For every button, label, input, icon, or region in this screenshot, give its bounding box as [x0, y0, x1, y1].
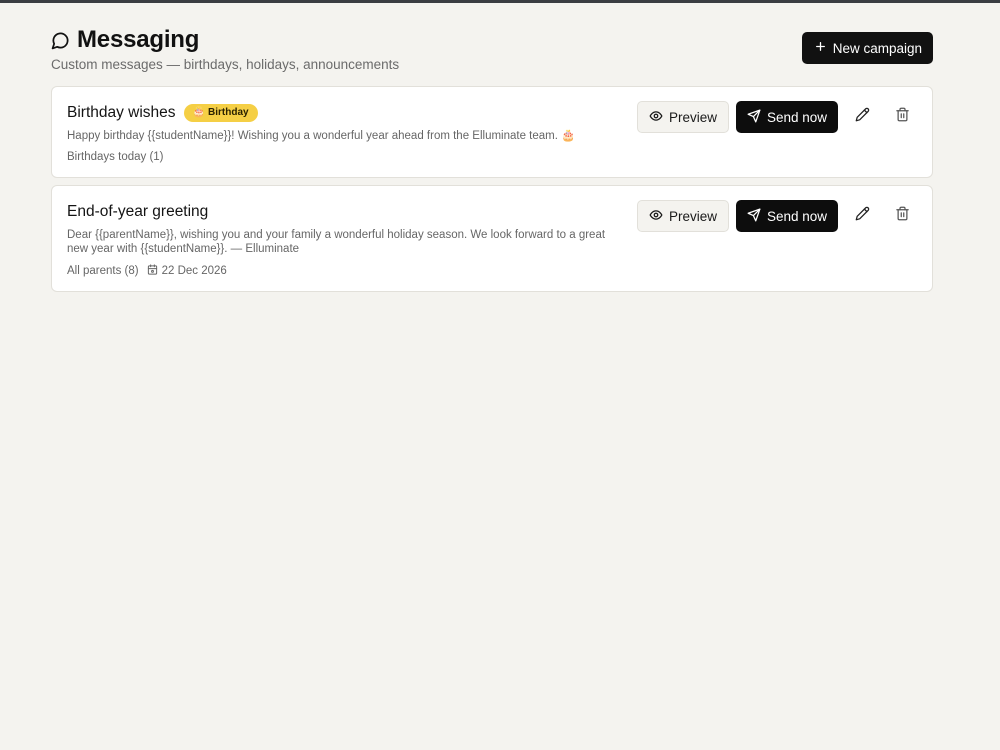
campaign-meta: All parents (8) 22 Dec 2026 — [67, 264, 627, 278]
campaign-audience: All parents (8) — [67, 265, 139, 277]
send-now-label: Send now — [766, 109, 827, 125]
campaign-title-row: End-of-year greeting — [67, 202, 627, 222]
message-circle-icon — [51, 31, 70, 50]
preview-button[interactable]: Preview — [636, 101, 729, 133]
send-icon — [747, 208, 761, 225]
preview-button[interactable]: Preview — [636, 200, 729, 232]
badge-label: Birthday — [208, 107, 249, 118]
campaign-date: 22 Dec 2026 — [161, 265, 227, 277]
new-campaign-button[interactable]: New campaign — [801, 32, 933, 64]
edit-button[interactable] — [846, 101, 878, 133]
campaign-card-body: End-of-year greeting Dear {{parentName}}… — [67, 202, 627, 278]
campaign-title: Birthday wishes — [67, 104, 176, 121]
campaign-actions: Preview Send now — [636, 101, 918, 133]
preview-label: Preview — [668, 109, 717, 125]
campaign-audience: Birthdays today (1) — [67, 151, 164, 163]
pencil-icon — [855, 206, 870, 226]
plus-icon — [814, 40, 827, 56]
page-header: Messaging Custom messages — birthdays, h… — [51, 26, 933, 74]
campaign-title: End-of-year greeting — [67, 203, 209, 220]
delete-button[interactable] — [886, 101, 918, 133]
campaign-actions: Preview Send now — [636, 200, 918, 232]
trash-icon — [895, 206, 910, 226]
campaign-card: End-of-year greeting Dear {{parentName}}… — [51, 185, 933, 292]
pencil-icon — [855, 107, 870, 127]
title-row: Messaging — [51, 26, 933, 54]
send-now-button[interactable]: Send now — [735, 200, 838, 232]
campaign-meta: Birthdays today (1) — [67, 151, 627, 163]
send-icon — [747, 109, 761, 126]
calendar-icon — [147, 264, 158, 278]
page-subtitle: Custom messages — birthdays, holidays, a… — [51, 57, 400, 72]
cake-icon: 🎂 — [192, 107, 205, 118]
campaign-card: Birthday wishes 🎂 Birthday Happy birthda… — [51, 86, 933, 178]
eye-icon — [649, 208, 663, 225]
campaign-card-body: Birthday wishes 🎂 Birthday Happy birthda… — [67, 103, 627, 163]
trash-icon — [895, 107, 910, 127]
preview-label: Preview — [668, 208, 717, 224]
page-title: Messaging — [77, 26, 200, 53]
edit-button[interactable] — [846, 200, 878, 232]
eye-icon — [649, 109, 663, 126]
delete-button[interactable] — [886, 200, 918, 232]
campaign-badge: 🎂 Birthday — [183, 104, 258, 122]
new-campaign-label: New campaign — [832, 40, 922, 56]
top-border — [0, 0, 1000, 3]
campaign-schedule: 22 Dec 2026 — [147, 264, 227, 278]
send-now-label: Send now — [766, 208, 827, 224]
campaign-message: Happy birthday {{studentName}}! Wishing … — [67, 130, 576, 142]
campaign-title-row: Birthday wishes 🎂 Birthday — [67, 103, 627, 123]
send-now-button[interactable]: Send now — [735, 101, 838, 133]
campaign-message: Dear {{parentName}}, wishing you and you… — [67, 229, 606, 255]
